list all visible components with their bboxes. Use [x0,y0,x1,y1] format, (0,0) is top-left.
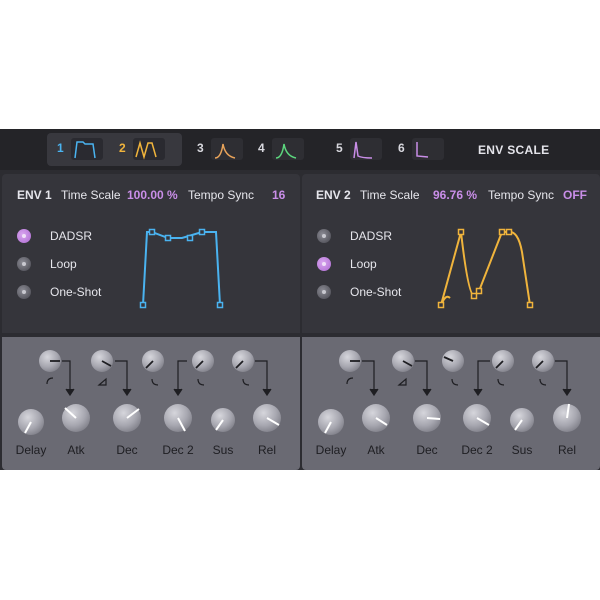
mode-loop-option[interactable]: Loop [302,254,422,274]
envelope-node[interactable] [186,234,194,242]
mode-loop-option[interactable]: Loop [2,254,122,274]
mode-label: DADSR [350,229,393,243]
mode-dadsr-option[interactable]: DADSR [302,226,422,246]
loop-shape-icon [135,140,157,160]
decay-label: Dec [116,443,138,457]
mode-label: Loop [50,257,77,271]
envelope-node[interactable] [198,228,206,236]
envelope-node[interactable] [498,228,506,236]
tab-env-2-thumbnail [133,138,165,160]
mode-label: DADSR [50,229,93,243]
envelope-node[interactable] [139,301,147,309]
attack-label: Atk [367,443,385,457]
attack-label: Atk [67,443,85,457]
envelope-node[interactable] [457,228,465,236]
envelope-node[interactable] [505,228,513,236]
env-1-knob-panel: Delay Atk Dec Dec 2 Sus Rel [2,337,300,470]
delay-label: Delay [15,443,47,457]
tab-number: 2 [119,141,126,155]
small-knobs [39,350,254,372]
radio-button[interactable] [17,257,31,271]
tab-env-1-thumbnail [71,138,103,160]
envelope-node[interactable] [475,287,483,295]
tab-number: 1 [57,141,64,155]
time-scale-label: Time Scale [360,188,420,202]
radio-button[interactable] [317,285,331,299]
env-2-knob-panel: Delay Atk Dec Dec 2 Sus Rel [302,337,600,470]
tempo-sync-label: Tempo Sync [188,188,255,202]
env-1-panel: ENV 1 Time Scale 100.00 % Tempo Sync 16 … [2,174,300,470]
decay-2-label: Dec 2 [162,443,194,457]
tab-env-5-thumbnail [350,138,382,160]
dadsr-shape-icon [74,141,96,159]
envelope-graph[interactable] [432,224,542,314]
mode-label: Loop [350,257,377,271]
mode-dadsr-option[interactable]: DADSR [2,226,122,246]
time-scale-value[interactable]: 96.76 % [433,188,477,202]
envelope-graph[interactable] [132,224,232,314]
knob-controls [318,350,581,435]
sustain-label: Sus [212,443,234,457]
release-label: Rel [557,443,577,457]
knob-controls [18,350,281,435]
pulse-shape-icon [353,141,373,159]
main-knobs [318,403,581,435]
tab-number: 4 [258,141,265,155]
tab-number: 3 [197,141,204,155]
spike-shape-icon [214,143,236,159]
env-scale-button[interactable]: ENV SCALE [478,143,549,157]
env-title: ENV 2 [316,188,351,202]
envelope-node[interactable] [526,301,534,309]
envelope-node[interactable] [164,234,172,242]
main-knobs [18,404,281,435]
radio-button[interactable] [17,229,31,243]
time-scale-label: Time Scale [61,188,121,202]
mode-label: One-Shot [50,285,102,299]
tab-number: 5 [336,141,343,155]
tempo-sync-value[interactable]: 16 [272,188,285,202]
decay-label: Dec [416,443,438,457]
mode-one-shot-option[interactable]: One-Shot [302,282,422,302]
envelope-tab-bar: 1 2 3 4 5 6 ENV SCALE [0,129,600,170]
time-scale-value[interactable]: 100.00 % [127,188,178,202]
tab-number: 6 [398,141,405,155]
drop-shape-icon [416,142,429,158]
mode-label: One-Shot [350,285,402,299]
sustain-label: Sus [511,443,533,457]
radio-button[interactable] [17,285,31,299]
envelope-node[interactable] [216,301,224,309]
radio-button[interactable] [317,257,331,271]
release-label: Rel [257,443,277,457]
envelope-editor: 1 2 3 4 5 6 ENV SCALE ENV 1 Time Scale 1… [0,129,600,470]
radio-button[interactable] [317,229,331,243]
env-1-header-area: ENV 1 Time Scale 100.00 % Tempo Sync 16 … [2,174,300,333]
tab-env-6-thumbnail [412,138,444,160]
delay-label: Delay [315,443,347,457]
tab-env-3-thumbnail [211,138,243,160]
env-2-panel: ENV 2 Time Scale 96.76 % Tempo Sync OFF … [302,174,600,470]
tempo-sync-value[interactable]: OFF [563,188,587,202]
tempo-sync-label: Tempo Sync [488,188,555,202]
spike-shape-icon [275,143,297,159]
mode-one-shot-option[interactable]: One-Shot [2,282,122,302]
env-title: ENV 1 [17,188,52,202]
decay-2-label: Dec 2 [461,443,493,457]
envelope-node[interactable] [148,228,156,236]
tab-env-4-thumbnail [272,138,304,160]
env-2-header-area: ENV 2 Time Scale 96.76 % Tempo Sync OFF … [302,174,600,333]
envelope-node[interactable] [437,301,445,309]
